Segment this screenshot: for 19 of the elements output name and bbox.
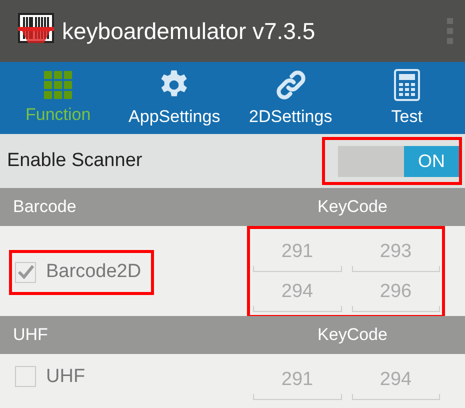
nav-tab[interactable]: AppSettings	[116, 62, 232, 134]
checkbox-label: UHF	[46, 366, 86, 388]
checkbox-label: Barcode2D	[46, 261, 142, 283]
toggle-switch[interactable]: ON	[338, 146, 459, 177]
grid-icon	[44, 71, 72, 99]
nav-tab[interactable]: 2DSettings	[232, 62, 349, 134]
nav-tab[interactable]: Function	[0, 62, 116, 134]
app-title: keyboardemulator v7.3.5	[62, 18, 316, 44]
setting-label: Enable Scanner	[7, 150, 142, 172]
column-heading: UHF	[13, 325, 49, 345]
overflow-menu-icon[interactable]	[447, 18, 453, 44]
nav-tab[interactable]: Test	[348, 62, 465, 134]
column-heading: Barcode	[13, 197, 78, 217]
checkbox[interactable]	[15, 262, 36, 282]
column-heading: KeyCode	[318, 325, 388, 345]
column-heading: KeyCode	[318, 197, 388, 217]
link-icon	[274, 69, 307, 101]
checkbox[interactable]	[15, 366, 36, 387]
calculator-icon	[394, 69, 420, 101]
